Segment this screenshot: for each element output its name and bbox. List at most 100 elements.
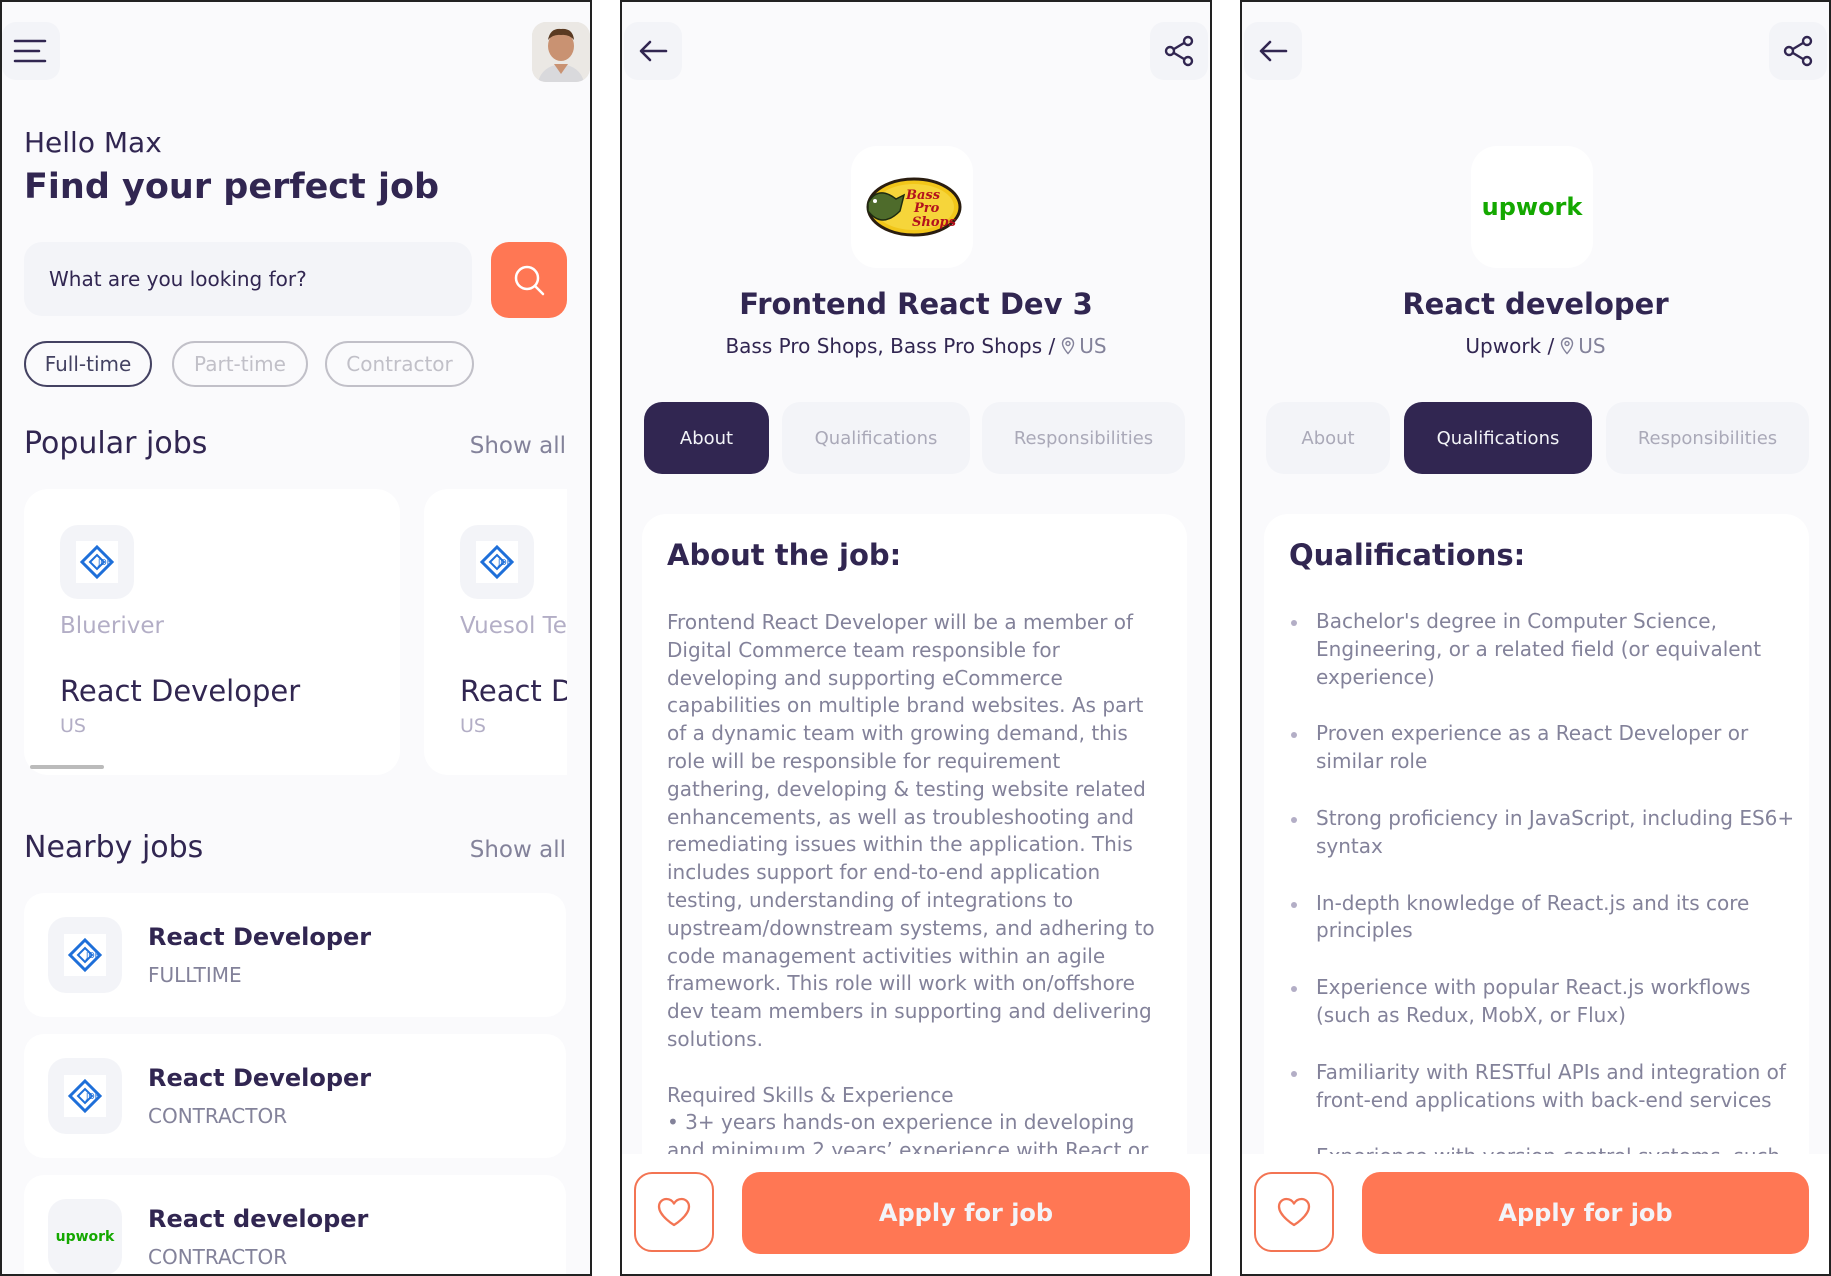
back-button[interactable] (1244, 22, 1302, 80)
chip-contractor[interactable]: Contractor (325, 341, 474, 387)
tab-responsibilities[interactable]: Responsibilities (982, 402, 1185, 474)
tab-label: Responsibilities (1637, 427, 1778, 449)
job-company-location: Upwork / US (1242, 334, 1829, 358)
back-button[interactable] (624, 22, 682, 80)
nearby-job-card[interactable]: JOB React Developer FULLTIME (24, 893, 566, 1017)
chip-label: Contractor (346, 352, 453, 376)
qualification-item: Bachelor's degree in Computer Science, E… (1288, 608, 1798, 691)
job-logo-icon: JOB (476, 541, 518, 583)
job-logo-icon: JOB (64, 1075, 106, 1117)
job-type: CONTRACTOR (148, 1245, 288, 1269)
svg-text:Shops: Shops (912, 215, 957, 230)
about-text: Frontend React Developer will be a membe… (667, 610, 1155, 1190)
job-type: FULLTIME (148, 963, 242, 987)
location-pin-icon (1062, 337, 1075, 355)
tab-qualifications[interactable]: Qualifications (1404, 402, 1592, 474)
company-name: Vuesol Te (460, 613, 567, 639)
job-title: React developer (1402, 287, 1669, 321)
favorite-button[interactable] (1254, 1172, 1334, 1252)
company-logo: JOB (48, 917, 122, 993)
job-title: React Developer (60, 674, 301, 708)
share-icon (1783, 35, 1813, 67)
nearby-show-all-link[interactable]: Show all (470, 837, 566, 863)
share-button[interactable] (1769, 22, 1827, 80)
job-type: CONTRACTOR (148, 1104, 288, 1128)
menu-button[interactable] (2, 22, 60, 80)
popular-show-all-link[interactable]: Show all (470, 433, 566, 459)
tab-about[interactable]: About (1266, 402, 1390, 474)
headline: Find your perfect job (24, 167, 440, 207)
job-title: React Developer (148, 1064, 372, 1092)
job-logo-icon: JOB (76, 541, 118, 583)
svg-text:JOB: JOB (497, 558, 512, 567)
job-company-location: Bass Pro Shops, Bass Pro Shops / US (622, 334, 1210, 358)
tab-label: About (1301, 427, 1355, 449)
qualification-item: Strong proficiency in JavaScript, includ… (1288, 805, 1798, 861)
job-details-screen-qualifications: upwork React developer Upwork / US About… (1240, 0, 1831, 1276)
tab-responsibilities[interactable]: Responsibilities (1606, 402, 1809, 474)
popular-jobs-carousel[interactable]: JOB Blueriver React Developer US JOB Vue… (24, 489, 567, 789)
nearby-job-card[interactable]: upwork React developer CONTRACTOR (24, 1175, 566, 1274)
svg-text:JOB: JOB (97, 558, 112, 567)
apply-label: Apply for job (1498, 1199, 1673, 1227)
company-name: Bass Pro Shops, Bass Pro Shops / (725, 334, 1056, 358)
company-logo: upwork (1471, 146, 1593, 268)
chip-part-time[interactable]: Part-time (172, 341, 308, 387)
carousel-scrollbar[interactable] (30, 765, 104, 769)
chip-label: Full-time (44, 352, 132, 376)
tab-qualifications[interactable]: Qualifications (782, 402, 970, 474)
share-icon (1164, 35, 1194, 67)
svg-text:Pro: Pro (913, 201, 940, 216)
tab-about[interactable]: About (644, 402, 769, 474)
profile-avatar[interactable] (532, 22, 590, 82)
favorite-button[interactable] (634, 1172, 714, 1252)
location: US (1061, 334, 1107, 358)
qualification-item: Proven experience as a React Developer o… (1288, 720, 1798, 776)
job-footer: Apply for job (1242, 1154, 1829, 1274)
job-details-screen-about: Bass Pro Shops Frontend React Dev 3 Bass… (620, 0, 1212, 1276)
arrow-left-icon (639, 40, 668, 62)
arrow-left-icon (1259, 40, 1288, 62)
tab-label: Qualifications (1436, 427, 1560, 449)
qualification-item: In-depth knowledge of React.js and its c… (1288, 890, 1798, 946)
popular-job-card[interactable]: JOB Blueriver React Developer US (24, 489, 400, 775)
search-icon (514, 265, 545, 296)
tab-label: Qualifications (814, 427, 938, 449)
menu-icon (13, 39, 47, 63)
job-title: React developer (148, 1205, 369, 1233)
apply-label: Apply for job (878, 1199, 1054, 1227)
home-screen: Hello Max Find your perfect job What are… (0, 0, 592, 1276)
job-location: US (460, 715, 486, 737)
upwork-logo: upwork (55, 1229, 115, 1245)
avatar-image (532, 22, 590, 82)
svg-text:JOB: JOB (85, 1092, 100, 1101)
company-logo: JOB (60, 525, 134, 599)
search-input[interactable]: What are you looking for? (24, 242, 472, 316)
apply-button[interactable]: Apply for job (742, 1172, 1190, 1254)
job-location: US (60, 715, 86, 737)
company-logo: Bass Pro Shops (851, 146, 973, 268)
share-button[interactable] (1150, 22, 1208, 80)
job-title: React Developer (148, 923, 372, 951)
nearby-job-card[interactable]: JOB React Developer CONTRACTOR (24, 1034, 566, 1158)
location: US (1560, 334, 1606, 358)
bass-pro-shops-logo: Bass Pro Shops (866, 177, 962, 237)
job-title: Frontend React Dev 3 (739, 287, 1093, 321)
heart-icon (1277, 1197, 1311, 1227)
nearby-jobs-title: Nearby jobs (24, 830, 204, 865)
job-logo-icon: JOB (64, 934, 106, 976)
company-logo: upwork (48, 1199, 122, 1274)
apply-button[interactable]: Apply for job (1362, 1172, 1809, 1254)
popular-job-card[interactable]: JOB Vuesol Te React D US (424, 489, 567, 775)
qualification-item: Experience with popular React.js workflo… (1288, 974, 1798, 1030)
chip-full-time[interactable]: Full-time (24, 341, 152, 387)
location-pin-icon (1561, 337, 1574, 355)
company-name: Blueriver (60, 613, 164, 639)
search-button[interactable] (491, 242, 567, 318)
job-footer: Apply for job (622, 1154, 1210, 1274)
job-title: React D (460, 674, 567, 708)
search-placeholder: What are you looking for? (49, 267, 307, 291)
greeting-text: Hello Max (24, 126, 162, 159)
panel-heading: Qualifications: (1289, 538, 1526, 572)
tab-label: About (679, 427, 734, 449)
